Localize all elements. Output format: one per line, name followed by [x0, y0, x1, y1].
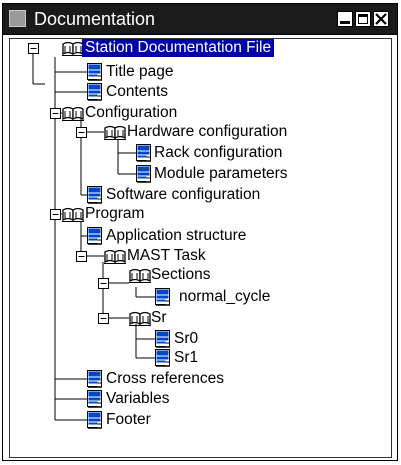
- book-icon: [129, 268, 151, 283]
- book-icon: [104, 249, 126, 264]
- tree-node-label[interactable]: Sr0: [174, 330, 198, 348]
- tree-node-label[interactable]: Station Documentation File: [82, 39, 275, 57]
- collapse-toggle-icon[interactable]: [50, 209, 61, 220]
- tree-node-label[interactable]: Sections: [151, 266, 210, 284]
- page-icon: [87, 390, 102, 408]
- tree-node-label[interactable]: normal_cycle: [179, 288, 270, 306]
- documentation-tree: Station Documentation File Title page Cont…: [0, 0, 401, 465]
- tree-node-label[interactable]: Module parameters: [154, 165, 288, 183]
- collapse-toggle-icon[interactable]: [76, 251, 87, 262]
- collapse-toggle-icon[interactable]: [98, 278, 109, 289]
- page-icon: [87, 411, 102, 429]
- tree-node-label[interactable]: Sr: [151, 309, 167, 327]
- tree-node-label[interactable]: Footer: [106, 411, 151, 429]
- page-icon: [87, 63, 102, 81]
- tree-node-label[interactable]: Hardware configuration: [127, 123, 287, 141]
- page-icon: [87, 83, 102, 101]
- tree-node-label[interactable]: Application structure: [106, 227, 246, 245]
- page-icon: [87, 186, 102, 204]
- tree-node-label[interactable]: Contents: [106, 83, 168, 101]
- page-icon: [155, 330, 170, 348]
- tree-node-label[interactable]: MAST Task: [127, 247, 206, 265]
- tree-node-label[interactable]: Configuration: [85, 104, 177, 122]
- book-icon: [62, 207, 84, 222]
- collapse-toggle-icon[interactable]: [50, 108, 61, 119]
- collapse-toggle-icon[interactable]: [98, 313, 109, 324]
- page-icon: [155, 288, 170, 306]
- page-icon: [87, 370, 102, 388]
- page-icon: [155, 349, 170, 367]
- book-icon: [62, 41, 84, 56]
- book-icon: [129, 311, 151, 326]
- book-icon: [62, 106, 84, 121]
- collapse-toggle-icon[interactable]: [76, 127, 87, 138]
- book-icon: [104, 125, 126, 140]
- page-icon: [136, 144, 151, 162]
- tree-node-label[interactable]: Sr1: [174, 349, 198, 367]
- tree-node-label[interactable]: Cross references: [106, 370, 224, 388]
- tree-node-label[interactable]: Title page: [106, 63, 174, 81]
- page-icon: [136, 165, 151, 183]
- collapse-toggle-icon[interactable]: [28, 43, 39, 54]
- tree-node-label[interactable]: Variables: [106, 390, 169, 408]
- tree-node-label[interactable]: Software configuration: [106, 186, 260, 204]
- page-icon: [87, 227, 102, 245]
- tree-node-label[interactable]: Rack configuration: [154, 144, 282, 162]
- tree-node-label[interactable]: Program: [85, 205, 144, 223]
